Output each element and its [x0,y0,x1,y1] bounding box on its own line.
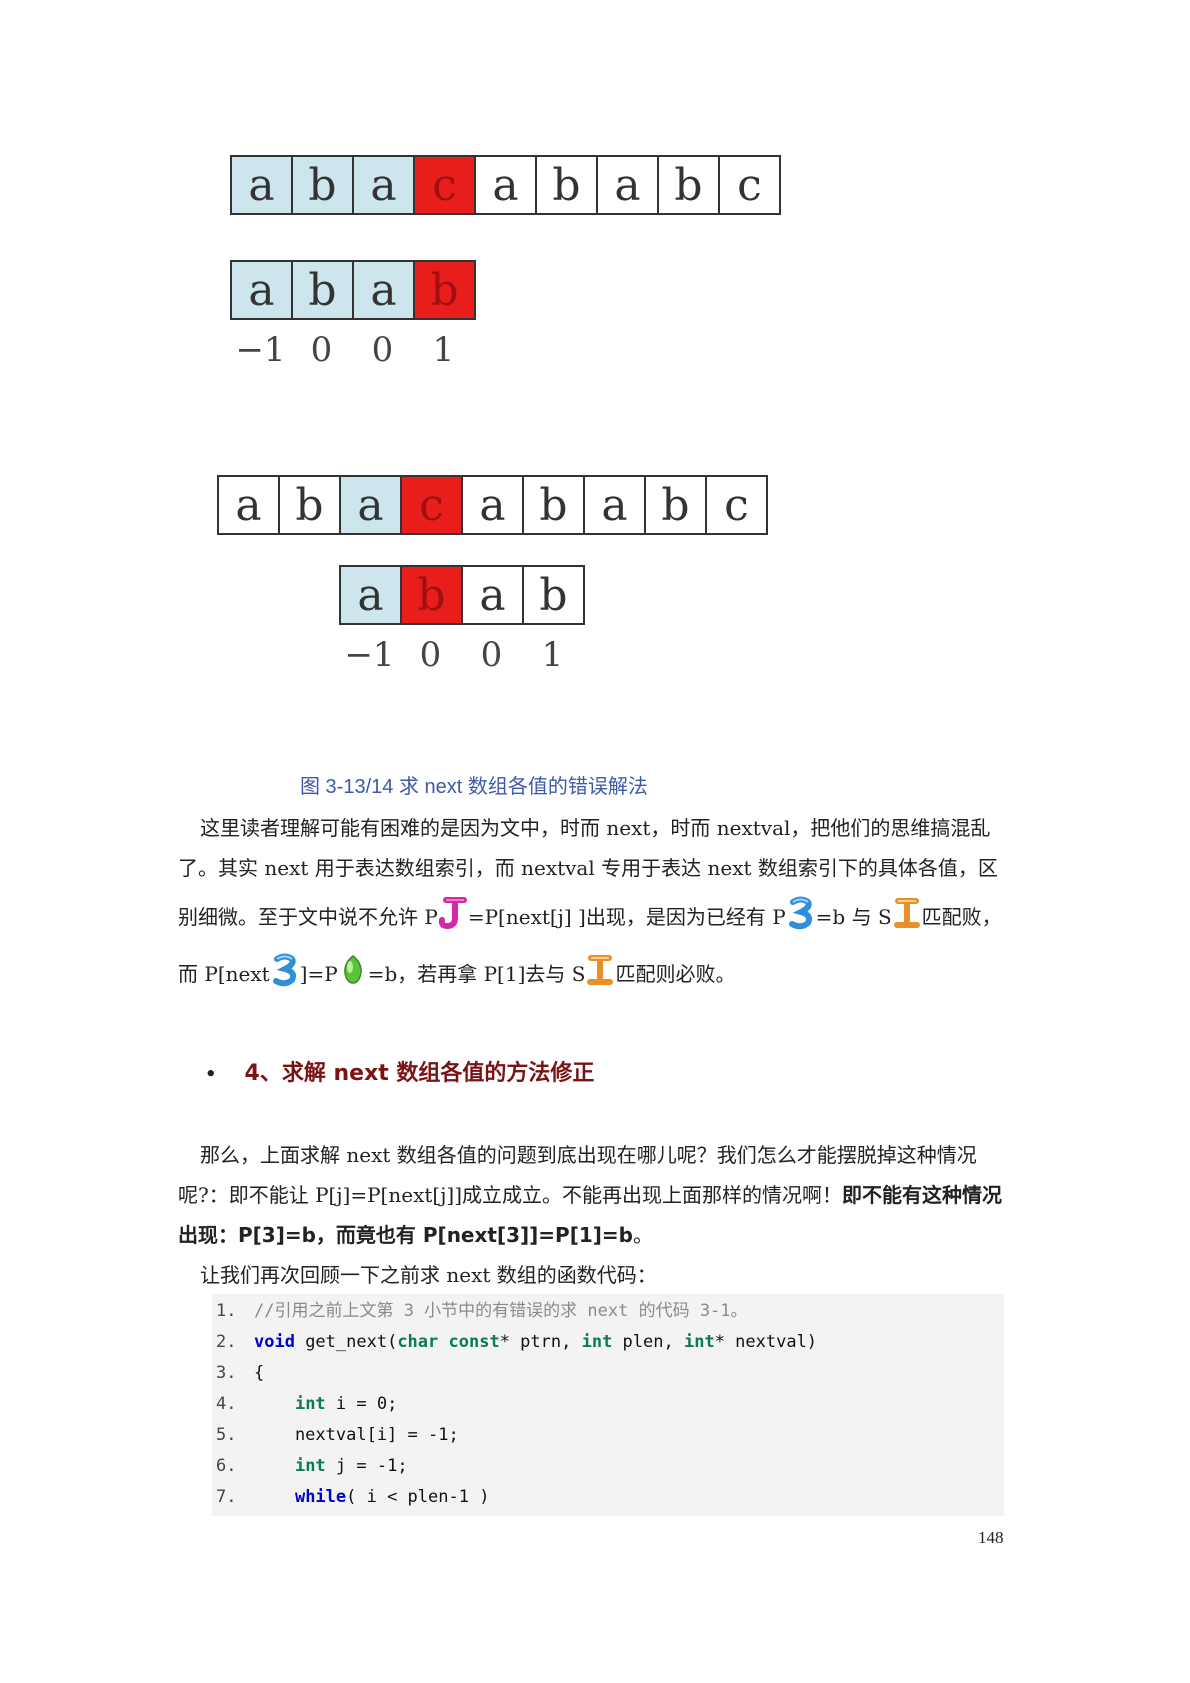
next-value: −1 [235,330,286,370]
text-span: 。 [632,1223,653,1247]
text-line: 让我们再次回顾一下之前求 next 数组的函数代码： [200,1263,657,1287]
next-value: 1 [432,330,455,370]
text-string-row: abacababc [217,475,768,535]
cell-a: a [341,565,402,625]
cell-a: a [476,155,537,215]
cell-b: b [293,155,354,215]
section-heading: • 4、求解 next 数组各值的方法修正 [205,1055,594,1087]
cell-b: b [646,475,707,535]
code-line: 1. //引用之前上文第 3 小节中的有错误的求 next 的代码 3-1。 [212,1296,1004,1327]
text-line: 呢?：即不能让 P[j]=P[next[j]]成立成立。不能再出现上面那样的情况… [178,1175,1008,1215]
pattern-row: abab [230,260,476,320]
line-number: 6. [216,1456,237,1476]
next-value: 0 [480,635,503,675]
next-value: 0 [310,330,333,370]
cell-a: a [219,475,280,535]
code-line: 7. while( i < plen-1 ) [212,1482,1004,1513]
figure-caption: 图 3-13/14 求 next 数组各值的错误解法 [300,776,648,798]
line-number: 7. [216,1487,237,1507]
cell-a: a [598,155,659,215]
cell-a: a [463,565,524,625]
cell-a: a [585,475,646,535]
text-line: 了。其实 next 用于表达数组索引，而 nextval 专用于表达 next … [178,856,998,880]
text-line: 而 P[next ]=P =b，若再拿 P[1]去与 S 匹配则必败。 [178,953,1008,994]
cell-b: b [402,565,463,625]
cell-b: b [524,475,585,535]
code-line: 5. nextval[i] = -1; [212,1420,1004,1451]
line-number: 2. [216,1332,237,1352]
text-string-row: abacababc [230,155,781,215]
text-span: ]=P [299,962,338,986]
cell-b: b [280,475,341,535]
bold-text: 即不能有这种情况 [842,1183,1003,1207]
code-line: 6. int j = -1; [212,1451,1004,1482]
cell-a: a [232,155,293,215]
line-number: 1. [216,1301,237,1321]
text-line: 那么，上面求解 next 数组各值的问题到底出现在哪儿呢？我们怎么才能摆脱掉这种… [200,1143,977,1167]
text-span: 而 P[next [178,962,270,986]
code-text: nextval[i] = -1; [254,1425,459,1445]
text-span: =P[next[j] ]出现，是因为已经有 P [467,905,786,929]
page-number: 148 [978,1528,1004,1547]
cell-b: b [293,260,354,320]
three-icon [272,953,296,987]
three-icon [788,896,812,930]
cell-a: a [463,475,524,535]
cell-b: b [659,155,720,215]
code-line: 2. void get_next(char const* ptrn, int pl… [212,1327,1004,1358]
code-text: void get_next(char const* ptrn, int plen… [254,1332,818,1352]
code-text: { [254,1363,265,1383]
cell-c: c [402,475,463,535]
cell-a: a [341,475,402,535]
cell-c: c [415,155,476,215]
code-block: 1. //引用之前上文第 3 小节中的有错误的求 next 的代码 3-1。 2. v… [212,1294,1004,1516]
text-span: 匹配则必败。 [615,962,736,986]
text-span: =b，若再拿 P[1]去与 S [367,962,586,986]
line-number: 4. [216,1394,237,1414]
code-line: 4. int i = 0; [212,1389,1004,1420]
code-line: 3. { [212,1358,1004,1389]
cell-b: b [415,260,476,320]
line-number: 5. [216,1425,237,1445]
j-icon [438,897,467,930]
text-line: 别细微。至于文中说不允许 P =P[next[j] ]出现，是因为已经有 P =b … [178,896,1008,937]
next-value: 0 [419,635,442,675]
code-text: while( i < plen-1 ) [294,1487,490,1507]
cell-b: b [524,565,585,625]
cell-c: c [707,475,768,535]
cell-a: a [354,155,415,215]
code-text: int j = -1; [294,1456,408,1476]
cell-a: a [354,260,415,320]
pattern-row: abab [339,565,585,625]
i-icon [893,898,920,928]
i-icon [587,955,614,985]
code-text: int i = 0; [294,1394,398,1414]
text-span: 别细微。至于文中说不允许 P [178,905,438,929]
cell-b: b [537,155,598,215]
next-value: 0 [371,330,394,370]
code-text: //引用之前上文第 3 小节中的有错误的求 next 的代码 3-1。 [254,1301,748,1321]
text-span: 呢?：即不能让 P[j]=P[next[j]]成立成立。不能再出现上面那样的情况… [178,1183,843,1207]
paragraph-explanation: 这里读者理解可能有困难的是因为文中，时而 next，时而 nextval，把他们… [178,808,1008,994]
text-line: 这里读者理解可能有困难的是因为文中，时而 next，时而 nextval，把他们… [200,816,991,840]
next-values-row: −1 0 0 1 [230,330,474,370]
next-value: 1 [541,635,564,675]
heading-text: 4、求解 next 数组各值的方法修正 [244,1061,595,1086]
next-values-row: −1 0 0 1 [339,635,583,675]
text-span: =b 与 S [815,905,892,929]
bold-text: 出现：P[3]=b，而竟也有 P[next[3]]=P[1]=b [178,1223,633,1247]
next-value: −1 [344,635,395,675]
cell-c: c [720,155,781,215]
text-span: 匹配败， [921,905,1002,929]
paragraph-question: 那么，上面求解 next 数组各值的问题到底出现在哪儿呢？我们怎么才能摆脱掉这种… [178,1135,1008,1295]
cell-a: a [232,260,293,320]
line-number: 3. [216,1363,237,1383]
text-line: 出现：P[3]=b，而竟也有 P[next[3]]=P[1]=b。 [178,1215,1008,1255]
bullet: • [205,1064,217,1085]
green-drop-icon [343,955,362,984]
